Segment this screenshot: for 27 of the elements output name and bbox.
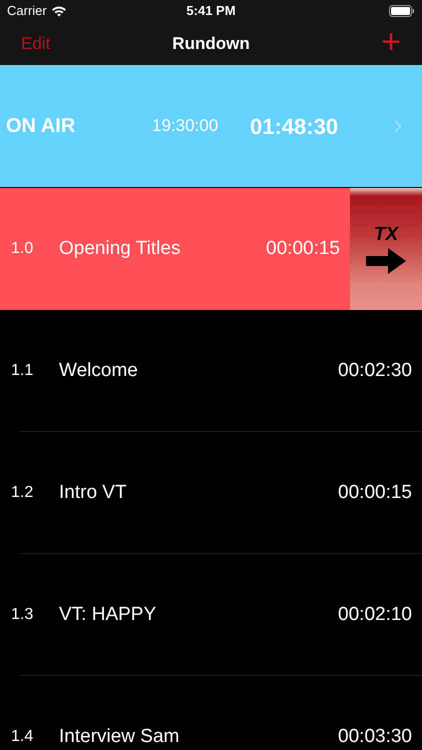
- start-time: 19:30:00: [152, 115, 220, 138]
- item-title: Opening Titles: [58, 236, 182, 261]
- item-duration: 00:02:30: [338, 358, 413, 383]
- chevron-icon: [394, 120, 402, 132]
- item-title: VT: HAPPY: [58, 602, 158, 627]
- item-number: 1.1: [10, 361, 34, 381]
- item-duration: 00:00:15: [338, 480, 413, 505]
- wifi-icon: [50, 5, 67, 17]
- carrier-name: Carrier: [7, 2, 47, 20]
- item-number: 1.3: [10, 605, 34, 625]
- nav-title: Rundown: [172, 32, 250, 55]
- item-title: Welcome: [58, 358, 139, 383]
- arrow-icon: [366, 248, 406, 274]
- elapsed-time: 01:48:30: [250, 112, 338, 140]
- item-title: Intro VT: [58, 480, 128, 505]
- item-number: 1.4: [10, 727, 34, 747]
- item-duration: 00:02:10: [338, 602, 413, 627]
- item-duration: 00:00:15: [266, 236, 341, 261]
- item-duration: 00:03:30: [338, 724, 413, 749]
- item-title: Interview Sam: [58, 724, 180, 749]
- on-air-label: ON AIR: [6, 114, 76, 139]
- battery-icon: [388, 5, 415, 17]
- transmit-button[interactable]: TX: [350, 188, 422, 310]
- item-number: 1.2: [10, 483, 34, 503]
- status-time: 5:41 PM: [186, 2, 236, 20]
- cued-row[interactable]: 1.0 Opening Titles 00:00:15 TX: [0, 188, 422, 310]
- item-number: 1.0: [10, 239, 34, 259]
